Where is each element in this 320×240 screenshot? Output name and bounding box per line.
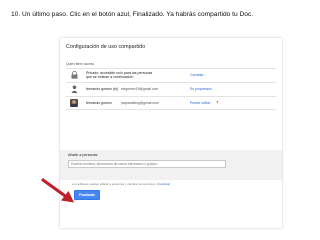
change-privacy-link[interactable]: Cambiar... — [190, 73, 206, 77]
editor-name: fernando gomez — [86, 100, 112, 105]
privacy-line-1: Privado: accesible solo para las persona… — [86, 70, 153, 75]
footer-note-text: Los editores pueden añadir a personas y … — [72, 182, 157, 186]
red-arrow-icon — [41, 178, 74, 203]
access-row-privacy: Privado: accesible solo para las persona… — [66, 68, 276, 81]
owner-role: Es propietario — [190, 86, 213, 91]
add-people-input[interactable] — [68, 160, 226, 168]
footer-note: Los editores pueden añadir a personas y … — [72, 182, 170, 186]
privacy-line-2: que se indican a continuación — [86, 75, 134, 79]
add-people-label: Añadir a personas: — [68, 153, 99, 157]
instruction-text: 10. Un último paso. Clic en el botón azu… — [11, 11, 254, 18]
editor-permission-dropdown[interactable]: Puede editar — [190, 101, 210, 105]
access-heading: Quién tiene acceso — [66, 62, 95, 66]
sharing-settings-dialog: Configuración de uso compartido Quién ti… — [60, 38, 282, 228]
editor-email: papowalking@gmail.com — [121, 100, 159, 105]
access-row-owner: fernando gomez (tú) elegomez19@gmail.com… — [66, 82, 276, 95]
change-permissions-link[interactable]: [Cambiar] — [157, 182, 170, 186]
avatar-icon — [70, 99, 78, 107]
lock-icon — [70, 71, 78, 79]
done-button[interactable]: Finalizado — [74, 190, 100, 200]
owner-name: fernando gomez (tú) — [86, 86, 119, 91]
owner-email: elegomez19@gmail.com — [121, 86, 159, 91]
person-icon — [70, 85, 78, 93]
add-people-section: Añadir a personas: — [60, 150, 282, 180]
chevron-down-icon[interactable]: ▼ — [216, 100, 219, 104]
dialog-title: Configuración de uso compartido — [66, 44, 146, 50]
access-row-editor: fernando gomez papowalking@gmail.com Pue… — [66, 96, 276, 110]
